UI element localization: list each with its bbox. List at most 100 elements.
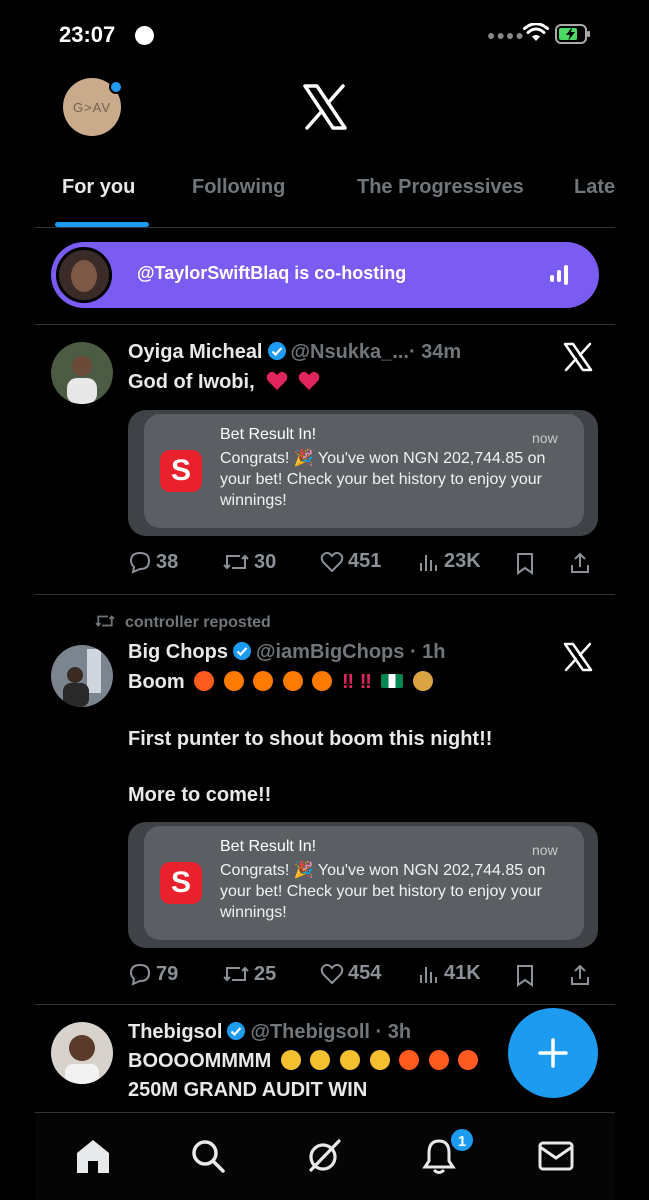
tab-latest[interactable]: Late: [574, 176, 615, 199]
sob-emoji-icon: [280, 1050, 301, 1071]
collision-emoji-icon: [428, 1050, 449, 1071]
post-avatar[interactable]: [51, 342, 113, 404]
notification-body: Congrats! 🎉 You've won NGN 202,744.85 on…: [220, 862, 546, 921]
notification-badge: 1: [449, 1127, 475, 1153]
divider: [35, 324, 615, 325]
like-button[interactable]: 451: [320, 550, 381, 573]
notification-time: now: [532, 430, 558, 446]
like-button[interactable]: 454: [320, 962, 381, 985]
verified-badge-icon: [233, 642, 251, 660]
sportybet-app-icon: S: [160, 450, 202, 492]
reply-count: 79: [156, 962, 179, 985]
post-media-image[interactable]: S Bet Result In! now Congrats! 🎉 You've …: [128, 822, 598, 948]
like-count: 454: [348, 962, 382, 984]
sportybet-app-icon: S: [160, 862, 202, 904]
post-text-line-2: 250M GRAND AUDIT WIN: [128, 1079, 368, 1101]
post-actions: 38 30 451 23K: [128, 550, 598, 580]
collision-emoji-icon: [194, 671, 215, 692]
bookmark-icon[interactable]: [516, 552, 534, 576]
author-name[interactable]: Oyiga Micheal: [128, 341, 263, 363]
wifi-icon: [523, 23, 549, 41]
reply-count: 38: [156, 550, 179, 573]
home-icon[interactable]: [73, 1137, 113, 1175]
active-tab-indicator: [55, 222, 149, 227]
repost-count: 25: [254, 962, 277, 985]
mail-icon[interactable]: [537, 1137, 575, 1175]
post-text: Boom ‼ ‼: [128, 671, 433, 694]
reply-button[interactable]: 79: [128, 962, 178, 986]
post-text-line-1: BOOOOMMMM: [128, 1050, 272, 1072]
compose-button[interactable]: [508, 1008, 598, 1098]
sob-emoji-icon: [369, 1050, 390, 1071]
collision-emoji-icon: [458, 1050, 479, 1071]
fire-emoji-icon: [253, 671, 274, 692]
x-logo-icon: [563, 342, 593, 372]
tab-the-progressives[interactable]: The Progressives: [357, 176, 524, 199]
post-media-image[interactable]: S Bet Result In! now Congrats! 🎉 You've …: [128, 410, 598, 536]
post-avatar[interactable]: [51, 1022, 113, 1084]
double-exclamation-icon: ‼: [342, 671, 355, 694]
notification-body: Congrats! 🎉 You've won NGN 202,744.85 on…: [220, 450, 546, 509]
share-icon[interactable]: [568, 963, 592, 987]
divider: [35, 594, 615, 595]
signal-dots-icon: ●●●●: [487, 27, 525, 43]
tab-for-you[interactable]: For you: [62, 176, 135, 199]
battery-icon: [555, 24, 590, 44]
red-heart-icon: [266, 371, 288, 390]
author-handle[interactable]: @iamBigChops: [256, 641, 404, 663]
x-logo-icon: [563, 642, 593, 672]
reposted-label: reposted: [203, 614, 271, 631]
views-icon: [420, 966, 437, 983]
like-count: 451: [348, 550, 382, 572]
views-button[interactable]: 41K: [418, 962, 481, 985]
double-exclamation-icon: ‼: [359, 671, 372, 694]
fire-emoji-icon: [223, 671, 244, 692]
author-handle[interactable]: @Thebigsoll: [250, 1021, 370, 1043]
sob-emoji-icon: [310, 1050, 331, 1071]
post-avatar[interactable]: [51, 645, 113, 707]
space-host-avatar: [56, 247, 112, 303]
author-name[interactable]: Thebigsol: [128, 1021, 222, 1043]
red-heart-icon: [298, 371, 320, 390]
bottom-nav: 1: [35, 1112, 615, 1200]
fire-emoji-icon: [282, 671, 303, 692]
post-text-line-2: First punter to shout boom this night!!: [128, 728, 493, 750]
notification-title: Bet Result In!: [220, 838, 317, 855]
notification-title: Bet Result In!: [220, 426, 317, 443]
verified-badge-icon: [267, 342, 286, 360]
views-count: 23K: [444, 550, 481, 572]
post-text-line-3: More to come!!: [128, 784, 272, 806]
space-banner[interactable]: @TaylorSwiftBlaq is co-hosting: [51, 242, 599, 308]
unread-dot: [109, 80, 123, 94]
reply-button[interactable]: 38: [128, 550, 178, 574]
status-bar: 23:07 ●●●●: [35, 18, 615, 52]
repost-context: controller reposted: [93, 612, 271, 632]
post-header: Thebigsol @Thebigsoll · 3h: [128, 1021, 411, 1044]
post-header: Oyiga Micheal @Nsukka_...· 34m: [128, 341, 461, 364]
post-header: Big Chops @iamBigChops · 1h: [128, 641, 446, 664]
post-time: · 3h: [375, 1021, 412, 1043]
views-icon: [420, 554, 437, 571]
notification-time: now: [532, 842, 558, 858]
repost-icon: [95, 615, 115, 627]
share-icon[interactable]: [568, 551, 592, 575]
repost-button[interactable]: 30: [222, 550, 276, 574]
divider: [35, 1004, 615, 1005]
post-text: God of Iwobi,: [128, 371, 320, 394]
views-button[interactable]: 23K: [418, 550, 481, 573]
post-actions: 79 25 454 41K: [128, 962, 598, 992]
grok-icon[interactable]: [305, 1137, 343, 1175]
views-count: 41K: [444, 962, 481, 984]
emoji-row: [277, 1050, 479, 1073]
reply-icon: [129, 963, 151, 986]
author-name[interactable]: Big Chops: [128, 641, 228, 663]
timeline-tabs: For you Following The Progressives Late: [35, 170, 615, 228]
bookmark-icon[interactable]: [516, 964, 534, 988]
repost-button[interactable]: 25: [222, 962, 276, 986]
reposter-name[interactable]: controller: [125, 614, 199, 631]
tab-following[interactable]: Following: [192, 176, 285, 199]
space-text: @TaylorSwiftBlaq is co-hosting: [137, 263, 407, 283]
author-handle[interactable]: @Nsukka_...: [291, 341, 409, 363]
focus-icon: [135, 26, 154, 45]
search-icon[interactable]: [189, 1137, 227, 1175]
